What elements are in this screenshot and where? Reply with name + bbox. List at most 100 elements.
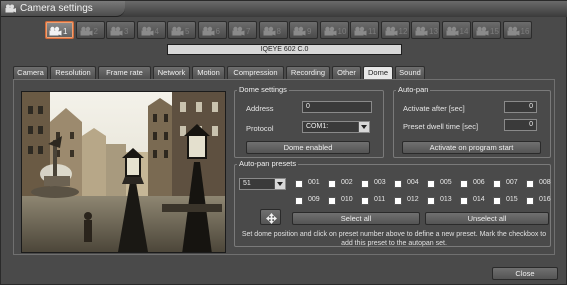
preset-number-004[interactable]: 004	[407, 179, 419, 186]
activate-after-input[interactable]: 0	[504, 101, 537, 113]
camera-button-7[interactable]: 7	[228, 21, 257, 39]
dome-enabled-button[interactable]: Dome enabled	[246, 141, 370, 154]
preset-checkbox-013[interactable]	[427, 197, 435, 205]
preset-number-005[interactable]: 005	[440, 179, 452, 186]
preset-checkbox-009[interactable]	[295, 197, 303, 205]
protocol-select[interactable]: COM1:	[302, 121, 370, 133]
preset-checkbox-008[interactable]	[526, 180, 534, 188]
preset-number-008[interactable]: 008	[539, 179, 551, 186]
camera-icon	[5, 4, 16, 13]
preset-checkbox-003[interactable]	[361, 180, 369, 188]
activate-after-label: Activate after [sec]	[403, 104, 465, 113]
preset-number-012[interactable]: 012	[407, 196, 419, 203]
preset-checkbox-011[interactable]	[361, 197, 369, 205]
auto-pan-title: Auto-pan	[396, 85, 431, 94]
preset-checkbox-002[interactable]	[328, 180, 336, 188]
preset-checkbox-004[interactable]	[394, 180, 402, 188]
camera-button-13[interactable]: 13	[411, 21, 440, 39]
preset-number-011[interactable]: 011	[374, 196, 385, 203]
preset-checkbox-012[interactable]	[394, 197, 402, 205]
camera-settings-window: Camera settings 1 2 3 4 5 6 7 8 9 10 11 12 13 14 15 16 …	[0, 0, 567, 285]
preset-select-value: 51	[243, 180, 251, 187]
chevron-down-icon[interactable]	[358, 122, 369, 132]
unselect-all-button[interactable]: Unselect all	[425, 212, 549, 225]
preset-number-001[interactable]: 001	[308, 179, 320, 186]
tab-camera[interactable]: Camera	[13, 66, 48, 79]
preset-number-010[interactable]: 010	[341, 196, 353, 203]
tab-frame-rate[interactable]: Frame rate	[98, 66, 151, 79]
title-bar: Camera settings	[1, 1, 567, 17]
preset-checkbox-007[interactable]	[493, 180, 501, 188]
preset-checkbox-016[interactable]	[526, 197, 534, 205]
preset-checkbox-001[interactable]	[295, 180, 303, 188]
preset-number-006[interactable]: 006	[473, 179, 485, 186]
camera-number: 5	[185, 27, 190, 36]
preset-number-015[interactable]: 015	[506, 196, 518, 203]
tab-motion[interactable]: Motion	[192, 66, 225, 79]
preset-number-007[interactable]: 007	[506, 179, 518, 186]
preset-number-014[interactable]: 014	[473, 196, 485, 203]
camera-button-15[interactable]: 15	[472, 21, 501, 39]
activate-on-start-button[interactable]: Activate on program start	[402, 141, 541, 154]
preset-checkbox-006[interactable]	[460, 180, 468, 188]
tab-recording[interactable]: Recording	[286, 66, 330, 79]
close-button[interactable]: Close	[492, 267, 558, 280]
camera-number: 10	[337, 27, 347, 36]
camera-number: 11	[368, 27, 377, 36]
camera-button-6[interactable]: 6	[197, 21, 227, 39]
camera-number: 9	[307, 27, 312, 36]
tab-other[interactable]: Other	[332, 66, 361, 79]
preset-select[interactable]: 51	[239, 178, 286, 190]
camera-button-4[interactable]: 4	[136, 21, 166, 39]
window-title: Camera settings	[20, 3, 93, 14]
title-tab: Camera settings	[1, 1, 125, 17]
camera-number: 8	[276, 27, 281, 36]
preset-checkbox-005[interactable]	[427, 180, 435, 188]
tab-resolution[interactable]: Resolution	[50, 66, 96, 79]
camera-number: 4	[154, 27, 159, 36]
tab-network[interactable]: Network	[153, 66, 190, 79]
move-dome-button[interactable]	[260, 209, 281, 225]
camera-button-1[interactable]: 1	[45, 21, 74, 39]
camera-button-3[interactable]: 3	[106, 21, 135, 39]
camera-number: 3	[124, 27, 129, 36]
preset-number-016[interactable]: 016	[539, 196, 551, 203]
camera-button-8[interactable]: 8	[258, 21, 288, 39]
camera-number: 2	[93, 27, 98, 36]
camera-button-2[interactable]: 2	[75, 21, 105, 39]
camera-button-10[interactable]: 10	[319, 21, 349, 39]
presets-hint-text: Set dome position and click on preset nu…	[241, 231, 547, 247]
dwell-time-input[interactable]: 0	[504, 119, 537, 131]
camera-number: 1	[63, 27, 68, 36]
camera-number: 12	[398, 27, 408, 36]
camera-number: 16	[520, 27, 530, 36]
select-all-button[interactable]: Select all	[292, 212, 420, 225]
camera-button-16[interactable]: 16	[502, 21, 532, 39]
tab-dome[interactable]: Dome	[363, 66, 393, 80]
tab-sound[interactable]: Sound	[395, 66, 425, 79]
protocol-value: COM1:	[306, 123, 329, 130]
camera-button-5[interactable]: 5	[167, 21, 196, 39]
camera-number: 13	[429, 27, 438, 36]
camera-button-14[interactable]: 14	[441, 21, 471, 39]
preset-number-009[interactable]: 009	[308, 196, 320, 203]
camera-number: 14	[459, 27, 469, 36]
tab-compression[interactable]: Compression	[227, 66, 284, 79]
preset-checkbox-014[interactable]	[460, 197, 468, 205]
camera-button-11[interactable]: 11	[350, 21, 379, 39]
camera-preview-image	[21, 91, 226, 253]
camera-number: 7	[246, 27, 251, 36]
chevron-down-icon[interactable]	[274, 179, 285, 189]
preset-number-013[interactable]: 013	[440, 196, 452, 203]
address-label: Address	[246, 104, 274, 113]
camera-button-9[interactable]: 9	[289, 21, 318, 39]
preset-checkbox-015[interactable]	[493, 197, 501, 205]
preset-checkbox-010[interactable]	[328, 197, 336, 205]
preset-number-003[interactable]: 003	[374, 179, 386, 186]
camera-button-12[interactable]: 12	[380, 21, 410, 39]
preset-number-002[interactable]: 002	[341, 179, 353, 186]
auto-pan-presets-title: Auto-pan presets	[237, 159, 299, 168]
camera-number: 6	[215, 27, 220, 36]
address-input[interactable]: 0	[302, 101, 372, 113]
protocol-label: Protocol	[246, 124, 274, 133]
